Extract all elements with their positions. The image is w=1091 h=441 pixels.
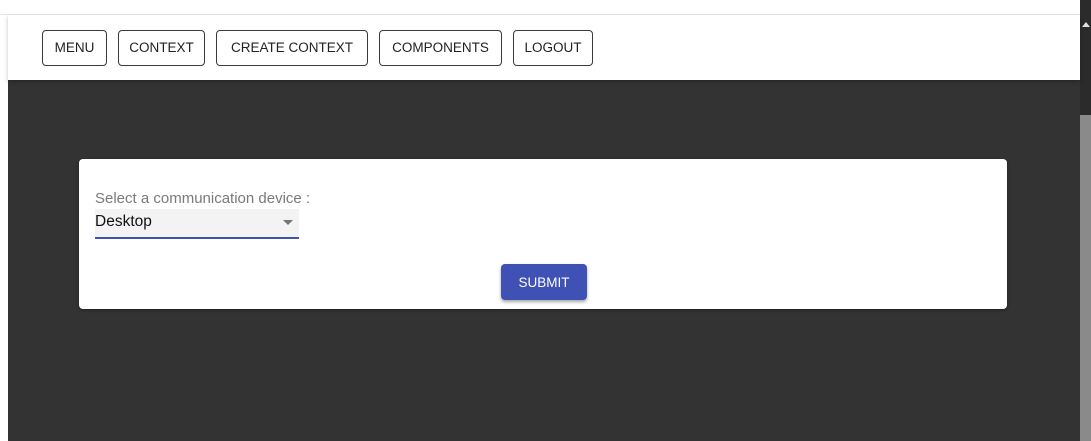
device-select[interactable]: Desktop bbox=[95, 209, 299, 239]
page: MENU CONTEXT CREATE CONTEXT COMPONENTS L… bbox=[0, 0, 1091, 441]
navbar: MENU CONTEXT CREATE CONTEXT COMPONENTS L… bbox=[8, 15, 1080, 80]
device-select-value: Desktop bbox=[95, 213, 152, 230]
logout-button[interactable]: LOGOUT bbox=[513, 30, 593, 66]
components-button[interactable]: COMPONENTS bbox=[379, 30, 502, 66]
top-strip bbox=[0, 0, 1080, 15]
device-select-label: Select a communication device : bbox=[95, 190, 311, 207]
menu-button[interactable]: MENU bbox=[42, 30, 107, 66]
context-button[interactable]: CONTEXT bbox=[118, 30, 205, 66]
scrollbar-thumb[interactable] bbox=[1080, 115, 1091, 441]
submit-button[interactable]: SUBMIT bbox=[501, 264, 587, 300]
main-content: Select a communication device : Desktop … bbox=[8, 80, 1080, 441]
device-form-card: Select a communication device : Desktop … bbox=[79, 159, 1007, 309]
vertical-scrollbar[interactable] bbox=[1080, 0, 1091, 441]
create-context-button[interactable]: CREATE CONTEXT bbox=[216, 30, 368, 66]
dropdown-arrow-icon bbox=[283, 220, 293, 225]
scroll-up-arrow-icon[interactable] bbox=[1082, 22, 1090, 27]
